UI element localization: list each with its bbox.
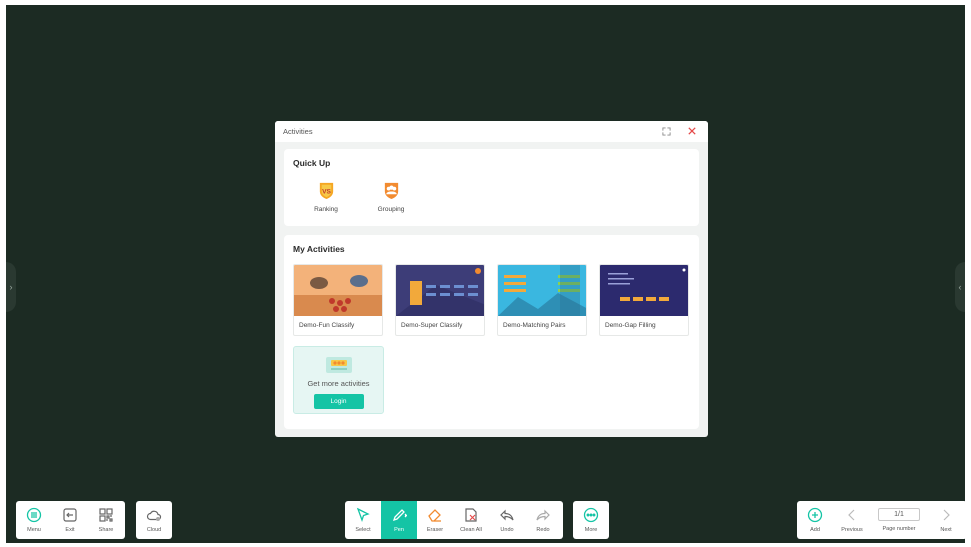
quick-up-section: Quick Up VS Ranking Grouping bbox=[284, 149, 699, 226]
toolbar-label: Add bbox=[810, 527, 820, 533]
toolbar-label: Exit bbox=[65, 527, 75, 533]
page-toolbar: Add Previous 1/1 Page number Next bbox=[797, 501, 967, 539]
exit-button[interactable]: Exit bbox=[52, 501, 88, 539]
undo-icon bbox=[500, 509, 514, 521]
activity-thumbnail bbox=[396, 265, 484, 316]
more-toolbar: More bbox=[573, 501, 609, 539]
toolbar-label: Clean All bbox=[460, 527, 482, 533]
next-page-button[interactable]: Next bbox=[927, 501, 965, 539]
toolbar-label: Pen bbox=[394, 527, 404, 533]
activity-card-matching-pairs[interactable]: Demo-Matching Pairs bbox=[497, 264, 587, 336]
eraser-icon bbox=[428, 509, 441, 522]
chevron-left-icon bbox=[848, 509, 855, 521]
more-icon bbox=[583, 507, 599, 523]
toolbar-label: Select bbox=[355, 527, 371, 533]
activity-thumbnail bbox=[600, 265, 688, 316]
more-button[interactable]: More bbox=[573, 501, 609, 539]
left-toolbar: Menu Exit Share bbox=[16, 501, 125, 539]
pen-button[interactable]: Pen bbox=[381, 501, 417, 539]
select-button[interactable]: Select bbox=[345, 501, 381, 539]
toolbar-label: Page number bbox=[882, 526, 916, 532]
activity-card-label: Demo-Matching Pairs bbox=[503, 322, 566, 329]
chevron-left-icon: ‹ bbox=[958, 282, 962, 292]
dialog-title: Activities bbox=[283, 127, 313, 136]
left-panel-handle[interactable]: › bbox=[6, 262, 16, 312]
quick-item-label: Grouping bbox=[377, 206, 405, 213]
toolbar-label: Next bbox=[940, 527, 952, 533]
get-more-activities-panel: Get more activities Login bbox=[293, 346, 384, 414]
right-panel-handle[interactable]: ‹ bbox=[955, 262, 965, 312]
previous-page-button[interactable]: Previous bbox=[833, 501, 871, 539]
cloud-button[interactable]: Cloud bbox=[136, 501, 172, 539]
toolbar-label: Menu bbox=[27, 527, 41, 533]
activities-store-icon bbox=[324, 355, 354, 380]
activity-card-label: Demo-Fun Classify bbox=[299, 322, 355, 329]
add-page-button[interactable]: Add bbox=[797, 501, 833, 539]
close-icon[interactable] bbox=[686, 125, 698, 137]
redo-button[interactable]: Redo bbox=[525, 501, 561, 539]
eraser-button[interactable]: Eraser bbox=[417, 501, 453, 539]
svg-text:VS: VS bbox=[322, 188, 331, 195]
promo-text: Get more activities bbox=[307, 379, 370, 388]
cloud-toolbar: Cloud bbox=[136, 501, 172, 539]
cursor-icon bbox=[356, 507, 370, 522]
share-button[interactable]: Share bbox=[88, 501, 124, 539]
section-title: Quick Up bbox=[293, 158, 331, 168]
activities-dialog: Activities Quick Up VS Ranking Grouping … bbox=[275, 121, 708, 437]
drawing-toolbar: Select Pen Eraser Clean All Undo Redo bbox=[345, 501, 563, 539]
activity-card-fun-classify[interactable]: Demo-Fun Classify bbox=[293, 264, 383, 336]
cloud-icon bbox=[146, 510, 162, 521]
toolbar-label: More bbox=[584, 527, 598, 533]
toolbar-label: Redo bbox=[536, 527, 550, 533]
activity-thumbnail bbox=[498, 265, 586, 316]
exit-icon bbox=[63, 508, 77, 522]
page-number-value[interactable]: 1/1 bbox=[878, 508, 920, 521]
activity-card-label: Demo-Gap Filling bbox=[605, 322, 656, 329]
activity-thumbnail bbox=[294, 265, 382, 316]
add-icon bbox=[807, 507, 823, 523]
toolbar-label: Previous bbox=[841, 527, 863, 533]
toolbar-label: Eraser bbox=[426, 527, 444, 533]
toolbar-label: Share bbox=[98, 527, 114, 533]
chevron-right-icon bbox=[943, 509, 950, 521]
activity-card-label: Demo-Super Classify bbox=[401, 322, 463, 329]
activity-card-gap-filling[interactable]: Demo-Gap Filling bbox=[599, 264, 689, 336]
fullscreen-icon[interactable] bbox=[660, 125, 672, 137]
dialog-header: Activities bbox=[275, 121, 708, 142]
chevron-right-icon: › bbox=[9, 282, 13, 292]
toolbar-label: Undo bbox=[500, 527, 514, 533]
clean-all-icon bbox=[465, 508, 477, 522]
ranking-icon: VS bbox=[317, 181, 336, 200]
pen-icon bbox=[392, 509, 407, 522]
qr-code-icon bbox=[99, 508, 113, 522]
menu-icon bbox=[26, 507, 42, 523]
page-number[interactable]: 1/1 Page number bbox=[871, 501, 927, 539]
clean-all-button[interactable]: Clean All bbox=[453, 501, 489, 539]
toolbar-label: Cloud bbox=[146, 527, 162, 533]
login-button[interactable]: Login bbox=[313, 394, 364, 409]
grouping-icon bbox=[382, 181, 401, 200]
quick-item-grouping[interactable]: Grouping bbox=[371, 181, 411, 213]
activity-card-super-classify[interactable]: Demo-Super Classify bbox=[395, 264, 485, 336]
undo-button[interactable]: Undo bbox=[489, 501, 525, 539]
menu-button[interactable]: Menu bbox=[16, 501, 52, 539]
quick-item-ranking[interactable]: VS Ranking bbox=[306, 181, 346, 213]
my-activities-section: My Activities Demo-Fun Classify Demo-Sup… bbox=[284, 235, 699, 429]
quick-item-label: Ranking bbox=[314, 206, 338, 213]
section-title: My Activities bbox=[293, 244, 345, 254]
redo-icon bbox=[536, 509, 550, 521]
